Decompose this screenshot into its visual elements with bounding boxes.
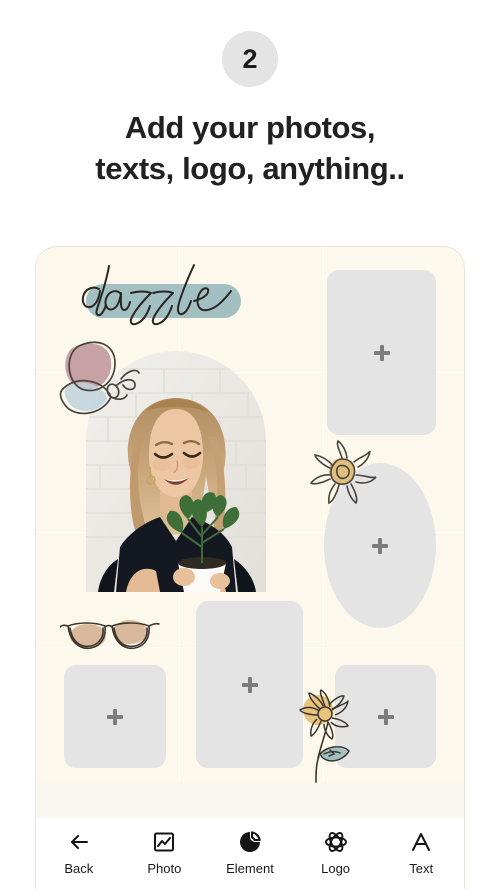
app-screen: 2 Add your photos, texts, logo, anything…	[0, 0, 500, 889]
step-number-label: 2	[242, 43, 258, 74]
atom-flower-icon	[324, 828, 348, 856]
headline-line-2: texts, logo, anything..	[95, 150, 405, 186]
butterfly-sticker[interactable]	[55, 335, 143, 426]
toolbar-item-back[interactable]: Back	[39, 828, 119, 876]
sun-sticker[interactable]	[306, 437, 378, 514]
toolbar-item-element[interactable]: Element	[210, 828, 290, 876]
image-icon	[152, 828, 176, 856]
page-title: Add your photos, texts, logo, anything..	[0, 108, 500, 190]
toolbar-label-text: Text	[409, 861, 434, 876]
headline-line-1: Add your photos,	[124, 110, 376, 145]
flower-sticker[interactable]	[294, 688, 356, 789]
toolbar-label-back: Back	[64, 861, 94, 876]
photo-slot-top-right[interactable]	[327, 270, 436, 435]
sunglasses-sticker[interactable]	[59, 612, 160, 663]
toolbar-label-logo: Logo	[321, 861, 351, 876]
letter-a-icon	[409, 828, 433, 856]
toolbar-item-text[interactable]: Text	[381, 828, 461, 876]
toolbar-item-photo[interactable]: Photo	[124, 828, 204, 876]
dazzle-script-glyphs	[81, 264, 232, 326]
add-photo-plus-icon	[373, 344, 390, 361]
toolbar-label-element: Element	[226, 861, 274, 876]
photo-slot-bottom-left[interactable]	[64, 665, 166, 768]
photo-slot-bottom-center[interactable]	[196, 601, 303, 768]
toolbar-item-logo[interactable]: Logo	[296, 828, 376, 876]
canvas-title-text[interactable]	[68, 262, 268, 328]
bottom-toolbar: Back Photo Element Logo Text	[35, 818, 465, 889]
pie-circle-icon	[238, 828, 262, 856]
step-number-badge: 2	[222, 31, 278, 87]
toolbar-label-photo: Photo	[147, 861, 182, 876]
add-photo-plus-icon	[241, 676, 258, 693]
add-photo-plus-icon	[372, 537, 388, 554]
canvas-bottom-band	[36, 782, 464, 818]
arrow-left-icon	[67, 828, 91, 856]
add-photo-plus-icon	[107, 708, 123, 725]
add-photo-plus-icon	[377, 708, 394, 725]
